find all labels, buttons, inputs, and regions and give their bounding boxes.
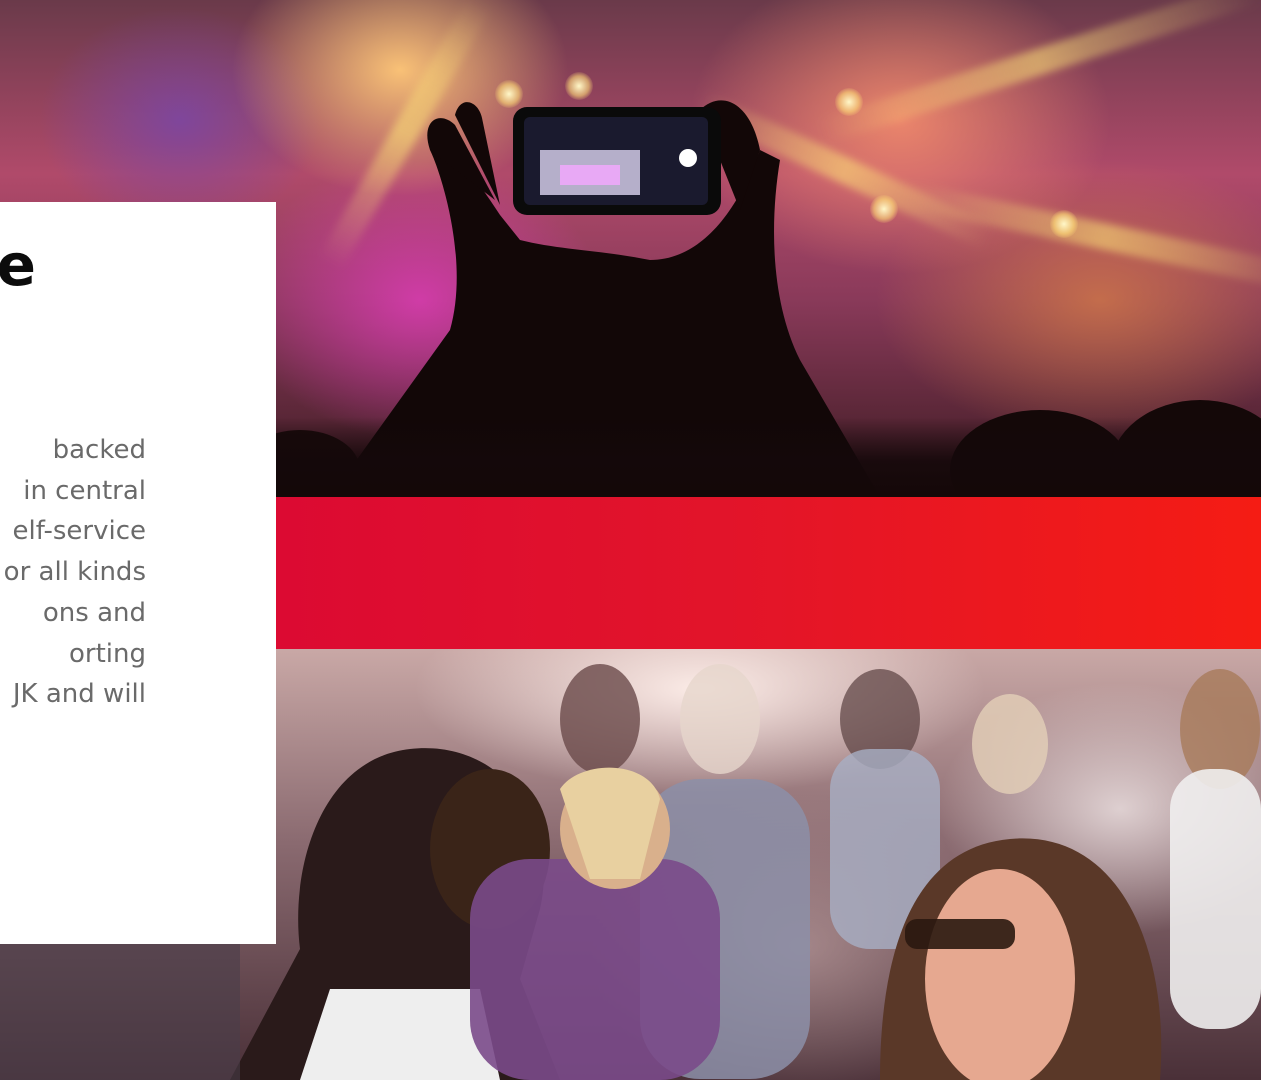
description-line: backed — [52, 435, 146, 465]
description-line: ons and — [42, 597, 146, 628]
description-line: or all kinds — [3, 557, 146, 588]
content-card: e backed in central elf-service or all k… — [0, 202, 276, 944]
red-accent-band — [276, 497, 1261, 649]
description-line: orting — [69, 638, 146, 669]
description-line: elf-service — [12, 516, 146, 547]
description-line: in central — [23, 475, 146, 506]
card-heading: e — [0, 231, 36, 299]
card-description: backed in central elf-service or all kin… — [4, 430, 146, 715]
page-canvas: e backed in central elf-service or all k… — [0, 0, 1261, 1080]
description-line: JK and will — [12, 679, 146, 710]
